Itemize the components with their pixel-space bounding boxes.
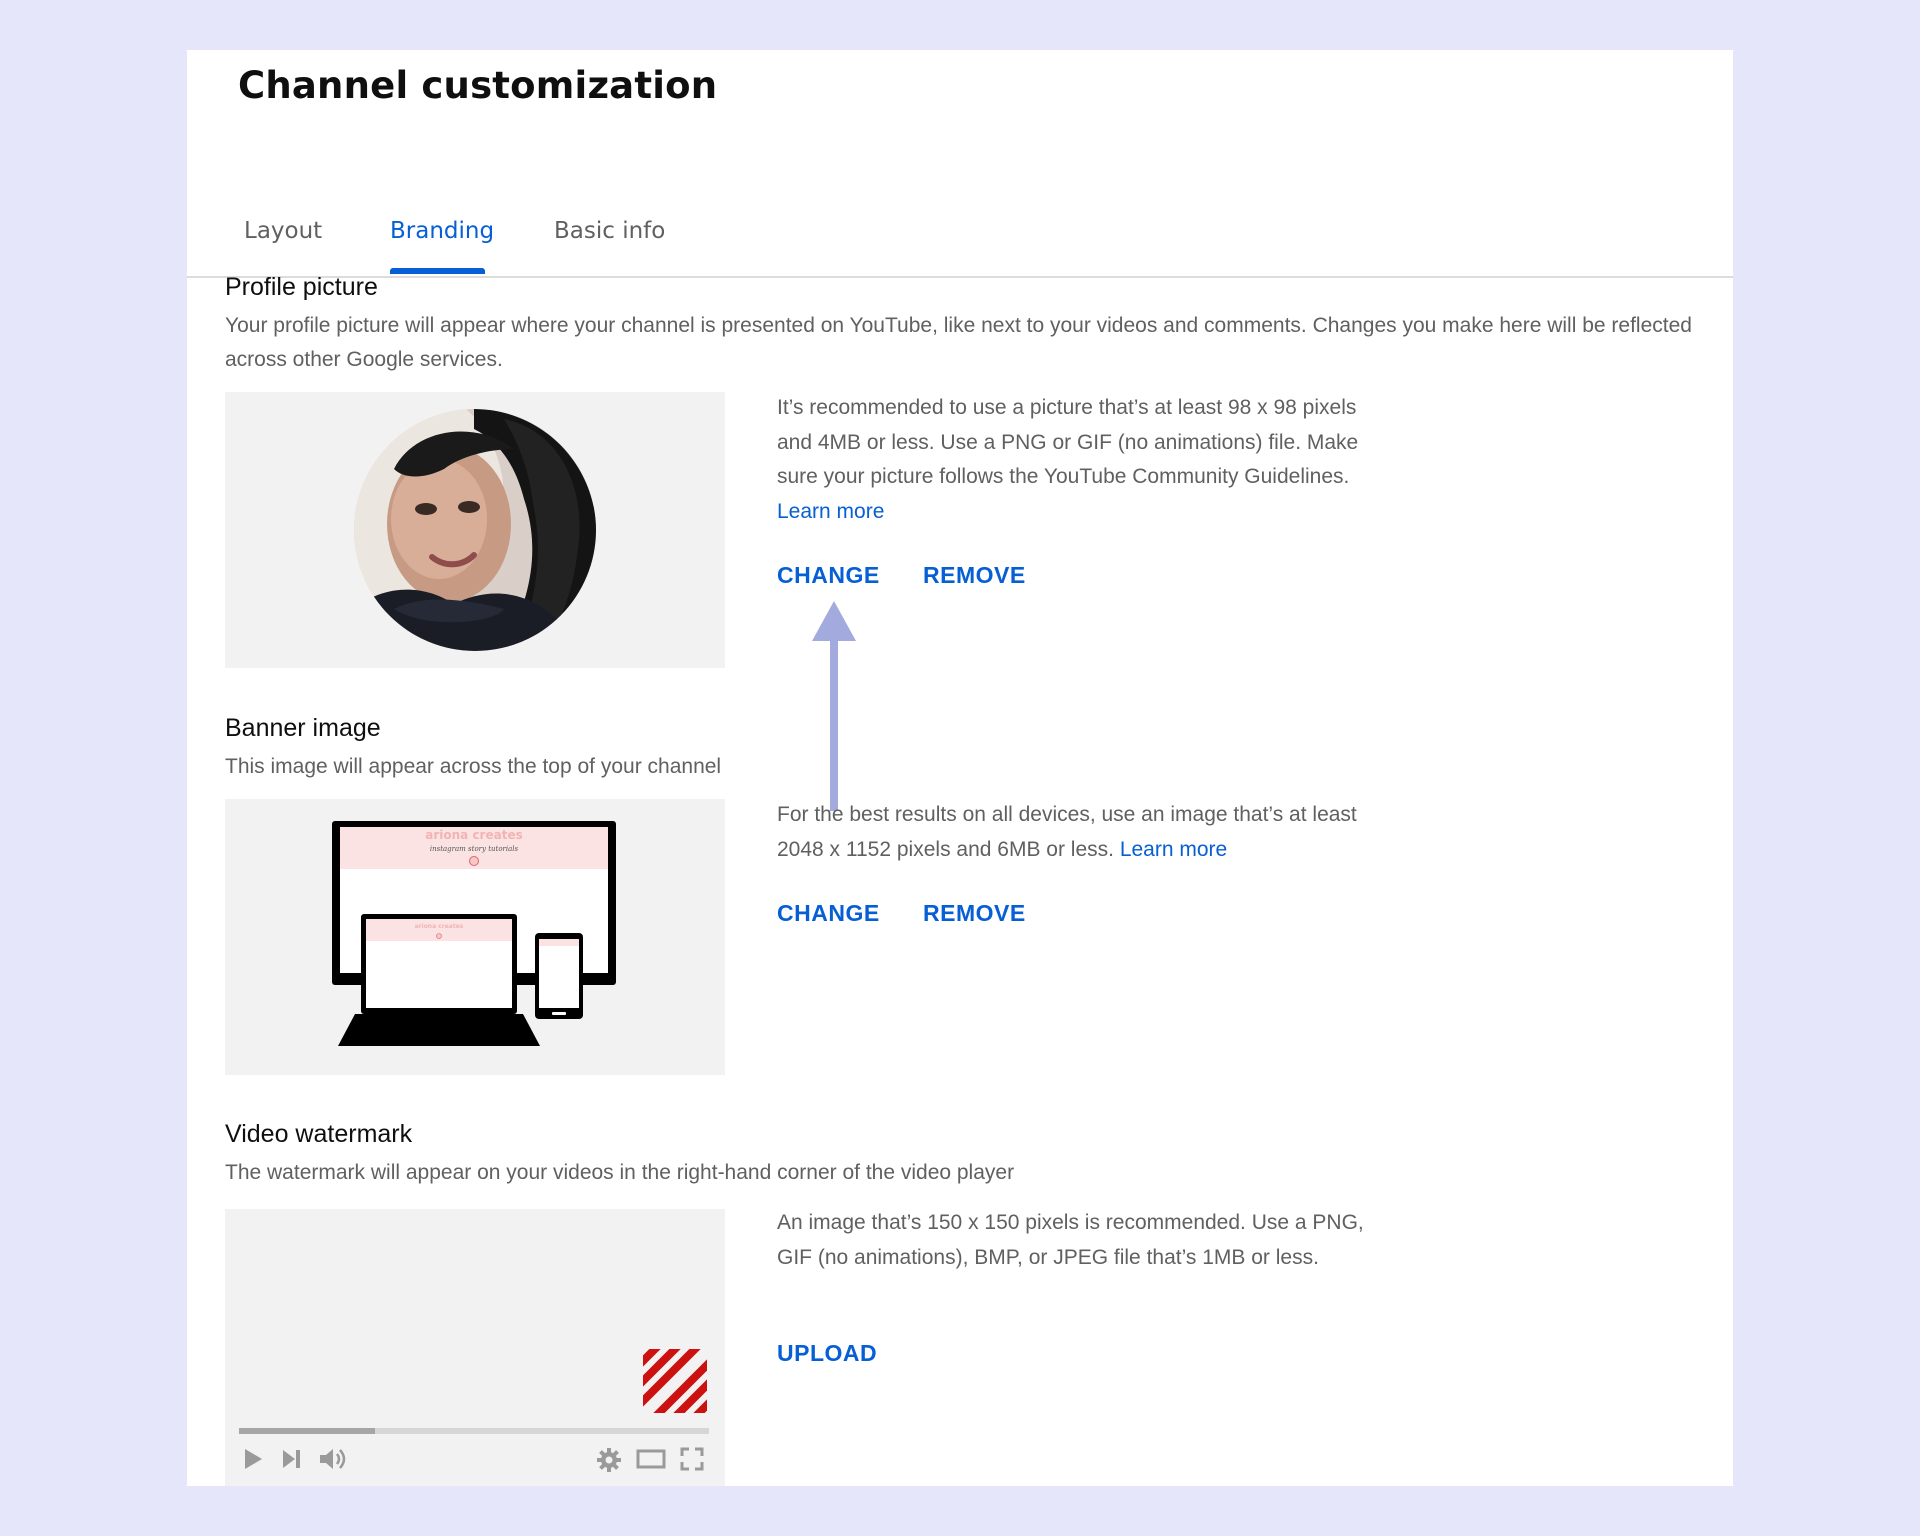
- video-watermark-description: The watermark will appear on your videos…: [225, 1161, 1015, 1184]
- banner-remove-button[interactable]: REMOVE: [923, 900, 1026, 927]
- video-progress-bar[interactable]: [239, 1428, 709, 1434]
- profile-picture-description: Your profile picture will appear where y…: [225, 314, 1692, 371]
- active-tab-indicator: [390, 268, 485, 274]
- settings-gear-icon[interactable]: [596, 1447, 622, 1473]
- volume-icon[interactable]: [319, 1447, 349, 1471]
- video-watermark-title: Video watermark: [225, 1120, 413, 1148]
- mockup-brand-text: ariona creates: [425, 828, 522, 842]
- profile-change-button[interactable]: CHANGE: [777, 562, 880, 589]
- tab-branding[interactable]: Branding: [390, 218, 494, 244]
- arrow-up-icon: [812, 601, 856, 811]
- fullscreen-icon[interactable]: [680, 1447, 704, 1471]
- profile-info-text: It’s recommended to use a picture that’s…: [777, 396, 1359, 488]
- banner-learn-more-link[interactable]: Learn more: [1120, 838, 1227, 861]
- play-icon[interactable]: [242, 1447, 264, 1471]
- profile-picture-title: Profile picture: [225, 273, 378, 301]
- profile-picture-info: It’s recommended to use a picture that’s…: [777, 391, 1367, 529]
- devices-mockup-icon: ariona creates instagram story tutorials…: [332, 821, 616, 1046]
- video-player-preview: [225, 1209, 725, 1486]
- video-progress-fill: [239, 1428, 376, 1434]
- watermark-placeholder-icon: [643, 1349, 707, 1413]
- page-title: Channel customization: [238, 64, 718, 107]
- banner-image-info: For the best results on all devices, use…: [777, 798, 1367, 867]
- svg-text:ariona creates: ariona creates: [415, 923, 464, 930]
- profile-learn-more-link[interactable]: Learn more: [777, 500, 884, 523]
- theater-mode-icon[interactable]: [636, 1447, 666, 1471]
- watermark-upload-button[interactable]: UPLOAD: [777, 1340, 877, 1367]
- video-watermark-info: An image that’s 150 x 150 pixels is reco…: [777, 1211, 1364, 1269]
- mockup-tagline-text: instagram story tutorials: [430, 845, 519, 853]
- banner-image-title: Banner image: [225, 714, 381, 742]
- tab-basic-info[interactable]: Basic info: [554, 218, 665, 244]
- banner-image-preview: ariona creates instagram story tutorials…: [225, 799, 725, 1075]
- avatar: [354, 409, 596, 651]
- banner-change-button[interactable]: CHANGE: [777, 900, 880, 927]
- next-icon[interactable]: [281, 1447, 303, 1471]
- tab-layout[interactable]: Layout: [244, 218, 322, 244]
- profile-picture-preview: [225, 392, 725, 668]
- channel-customization-panel: Channel customization Layout Branding Ba…: [187, 50, 1733, 1486]
- profile-remove-button[interactable]: REMOVE: [923, 562, 1026, 589]
- banner-image-description: This image will appear across the top of…: [225, 755, 722, 778]
- banner-info-text: For the best results on all devices, use…: [777, 803, 1357, 861]
- tab-bar: Layout Branding Basic info: [187, 168, 1733, 278]
